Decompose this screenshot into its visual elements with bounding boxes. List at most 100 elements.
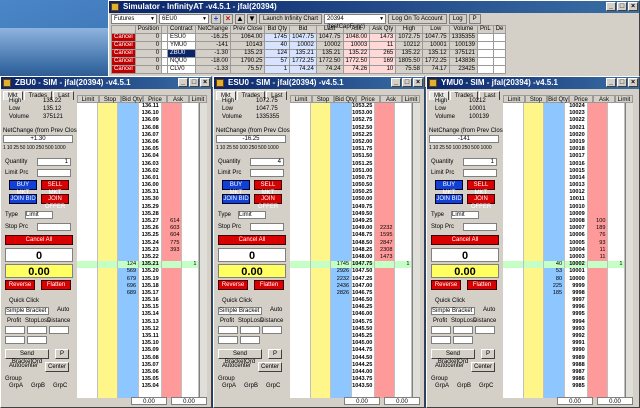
ladder-cell[interactable] [608, 290, 624, 297]
ladder-cell[interactable] [311, 146, 331, 153]
ladder-cell[interactable]: 53 [544, 268, 564, 275]
ladder-cell[interactable] [182, 125, 198, 132]
ladder-cell[interactable] [182, 240, 198, 247]
ask-qty-column[interactable]: 100 189 76 93 11 11 [587, 103, 609, 398]
ladder-cell[interactable] [503, 254, 523, 261]
ladder-cell[interactable] [162, 376, 182, 383]
group-radio-grpa[interactable]: GrpA [435, 383, 449, 389]
ladder-cell[interactable] [588, 283, 608, 290]
ladder-cell[interactable] [162, 125, 182, 132]
minimize-icon[interactable]: _ [391, 78, 401, 87]
ladder-cell[interactable] [182, 168, 198, 175]
ladder-cell[interactable] [331, 319, 351, 326]
ladder-cell[interactable] [544, 211, 564, 218]
ladder-cell[interactable] [162, 333, 182, 340]
send-bracket-button[interactable]: Send BracketOrd [5, 349, 49, 365]
ladder-cell[interactable] [524, 146, 544, 153]
join-bid-button[interactable]: JOIN BID [222, 194, 250, 204]
ladder-cell[interactable] [395, 211, 411, 218]
tick-radio[interactable]: 100 [239, 145, 247, 151]
ladder-cell[interactable] [311, 218, 331, 225]
bracket-spinner[interactable] [27, 326, 47, 334]
ladder-cell[interactable] [503, 211, 523, 218]
tick-radio[interactable]: 25 [13, 145, 19, 151]
ladder-cell[interactable] [162, 132, 182, 139]
ladder-cell[interactable] [588, 125, 608, 132]
ladder-cell[interactable] [182, 103, 198, 110]
ladder-cell[interactable] [182, 383, 198, 390]
ladder-cell[interactable] [311, 103, 331, 110]
ladder-cell[interactable] [98, 175, 118, 182]
ladder-cell[interactable]: 1 [608, 261, 625, 269]
ladder-cell[interactable] [331, 355, 351, 362]
contract-select[interactable]: 6EU0 [159, 14, 209, 24]
ladder-cell[interactable] [77, 232, 97, 239]
ladder-cell[interactable] [162, 276, 182, 283]
ladder-cell[interactable] [331, 333, 351, 340]
minimize-icon[interactable]: _ [178, 78, 188, 87]
ladder-cell[interactable] [588, 268, 608, 275]
ladder-cell[interactable] [98, 225, 118, 232]
ladder-cell[interactable] [290, 240, 310, 247]
quote-header[interactable]: Bid [289, 25, 317, 34]
ladder-cell[interactable] [544, 225, 564, 232]
ladder-cell[interactable] [311, 276, 331, 283]
ladder-cell[interactable] [544, 340, 564, 347]
ladder-cell[interactable] [588, 340, 608, 347]
tick-radio[interactable]: 1000 [481, 145, 492, 151]
ladder-cell[interactable] [395, 232, 411, 239]
ladder-cell[interactable] [162, 211, 182, 218]
autocenter-checkbox[interactable]: Autocenter [9, 363, 38, 369]
limit-buy-column[interactable] [503, 103, 524, 398]
ladder-cell[interactable] [98, 268, 118, 275]
ladder-cell[interactable] [290, 247, 310, 254]
ladder-cell[interactable] [290, 283, 310, 290]
ladder-cell[interactable] [503, 175, 523, 182]
ladder-cell[interactable]: 775 [162, 240, 182, 247]
ladder-cell[interactable] [182, 110, 198, 117]
ladder-cell[interactable] [608, 225, 624, 232]
ladder-cell[interactable] [118, 196, 138, 203]
ladder-cell[interactable] [375, 139, 395, 146]
ladder-cell[interactable] [331, 232, 351, 239]
ladder-cell[interactable] [311, 240, 331, 247]
ladder-cell[interactable] [98, 103, 118, 110]
ladder-cell[interactable] [544, 369, 564, 376]
ladder-cell[interactable] [524, 211, 544, 218]
tick-radio[interactable]: 250 [462, 145, 470, 151]
ladder-cell[interactable] [395, 218, 411, 225]
ladder-cell[interactable] [290, 189, 310, 196]
ladder-cell[interactable] [162, 254, 182, 261]
ladder-cell[interactable] [290, 211, 310, 218]
ladder-cell[interactable] [311, 311, 331, 318]
ladder-cell[interactable] [331, 103, 351, 110]
ladder-cell[interactable] [503, 347, 523, 354]
ladder-cell[interactable] [395, 347, 411, 354]
ladder-cell[interactable] [395, 240, 411, 247]
ladder-cell[interactable] [77, 175, 97, 182]
ladder-cell[interactable] [118, 168, 138, 175]
ladder-cell[interactable] [162, 311, 182, 318]
ladder-cell[interactable] [77, 125, 97, 132]
ladder-cell[interactable] [503, 117, 523, 124]
ladder-cell[interactable] [524, 240, 544, 247]
ladder-cell[interactable] [98, 110, 118, 117]
ladder-cell[interactable] [503, 153, 523, 160]
ladder-cell[interactable] [375, 311, 395, 318]
ladder-cell[interactable] [503, 146, 523, 153]
ladder-cell[interactable] [503, 189, 523, 196]
cancel-all-button[interactable]: Cancel All [431, 235, 499, 245]
ladder-cell[interactable] [98, 161, 118, 168]
buy-market-button[interactable]: BUY MKT [435, 180, 463, 196]
ladder-cell[interactable] [588, 290, 608, 297]
remove-contract-icon[interactable]: × [223, 14, 233, 24]
ladder-cell[interactable] [311, 383, 331, 390]
ladder-cell[interactable] [503, 297, 523, 304]
limit-price-input[interactable] [37, 169, 71, 177]
ladder-cell[interactable]: 2847 [375, 240, 395, 247]
ladder-cell[interactable] [588, 110, 608, 117]
ladder-cell[interactable]: 93 [588, 240, 608, 247]
ladder-cell[interactable] [544, 383, 564, 390]
ladder-cell[interactable] [182, 204, 198, 211]
ladder-cell[interactable] [98, 189, 118, 196]
